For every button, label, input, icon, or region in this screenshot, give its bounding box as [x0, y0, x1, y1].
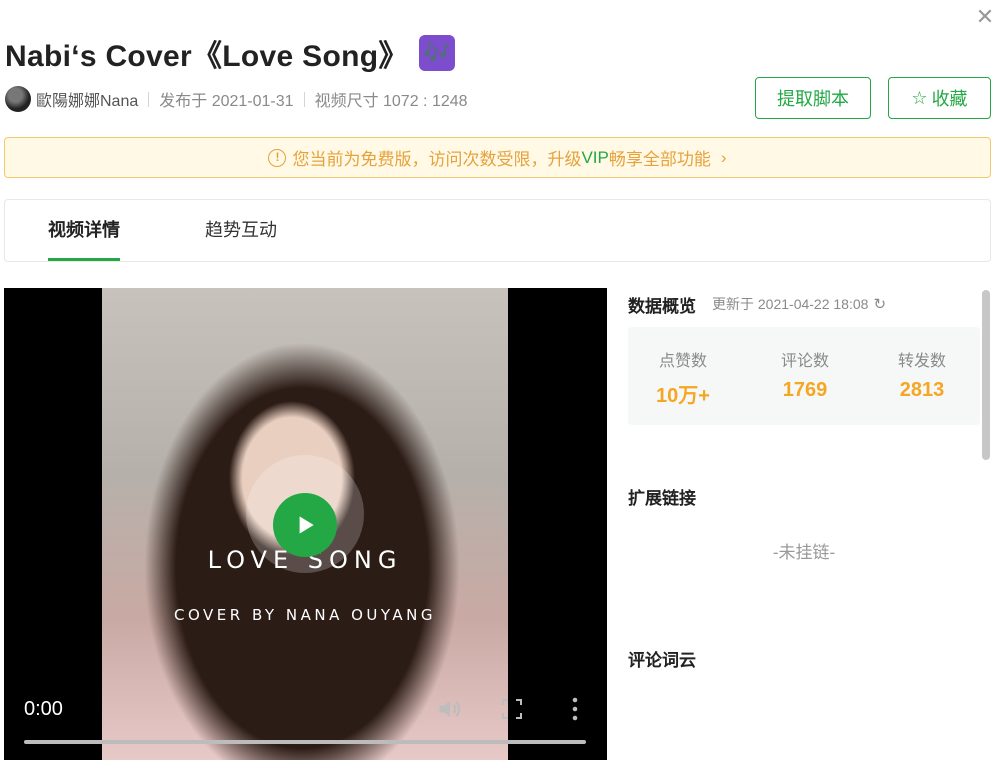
- stat-likes: 点赞数 10万+: [656, 347, 710, 408]
- links-title: 扩展链接: [628, 489, 696, 508]
- fullscreen-icon[interactable]: [501, 698, 523, 720]
- stat-value: 10万+: [656, 385, 710, 407]
- music-notes-icon: 🎶: [418, 35, 455, 71]
- title-row: Nabi‘s Cover《Love Song》 🎶: [5, 32, 455, 74]
- favorite-button[interactable]: ☆ 收藏: [888, 77, 991, 119]
- chevron-right-icon: ›: [720, 147, 727, 167]
- video-size: 视频尺寸 1072 : 1248: [314, 93, 468, 110]
- tab-bar: 视频详情 趋势互动: [4, 199, 991, 262]
- stat-shares: 转发数 2813: [898, 347, 946, 402]
- more-vertical-icon[interactable]: [570, 696, 580, 722]
- stat-value: 1769: [782, 379, 828, 401]
- publish-date: 发布于 2021-01-31: [159, 93, 294, 110]
- extract-script-label: 提取脚本: [777, 89, 849, 109]
- stat-comments: 评论数 1769: [781, 347, 829, 402]
- divider: [303, 91, 305, 107]
- stat-label: 转发数: [898, 353, 947, 370]
- progress-bar[interactable]: [24, 740, 586, 744]
- stat-label: 点赞数: [658, 353, 707, 370]
- current-time: 0:00: [24, 698, 63, 720]
- extract-script-button[interactable]: 提取脚本: [755, 77, 871, 119]
- video-meta: 歐陽娜娜Nana 发布于 2021-01-31 视频尺寸 1072 : 1248: [5, 85, 468, 113]
- play-button[interactable]: [273, 493, 337, 557]
- stat-value: 2813: [899, 379, 945, 401]
- overview-title: 数据概览: [628, 297, 696, 316]
- data-panel: 数据概览 更新于 2021-04-22 18:08 ↻ 点赞数 10万+ 评论数…: [628, 288, 980, 768]
- author-name[interactable]: 歐陽娜娜Nana: [36, 87, 138, 111]
- tab-video-details[interactable]: 视频详情: [48, 200, 120, 261]
- updated-text: 更新于 2021-04-22 18:08: [712, 296, 869, 312]
- upgrade-notice[interactable]: ! 您当前为免费版，访问次数受限，升级 VIP 畅享全部功能 ›: [4, 137, 991, 178]
- page-title: Nabi‘s Cover《Love Song》: [5, 40, 409, 73]
- updated-time: 更新于 2021-04-22 18:08 ↻: [712, 294, 886, 314]
- close-icon[interactable]: ✕: [974, 6, 996, 28]
- video-overlay-subtitle: COVER BY NANA OUYANG: [174, 606, 436, 624]
- divider: [148, 91, 150, 107]
- volume-icon[interactable]: [436, 695, 464, 723]
- notice-text-after: 畅享全部功能: [608, 150, 711, 169]
- warning-circle-icon: !: [268, 148, 287, 167]
- avatar[interactable]: [5, 86, 31, 112]
- scrollbar-thumb[interactable]: [982, 290, 990, 460]
- notice-text-before: 您当前为免费版，访问次数受限，升级: [292, 150, 582, 169]
- refresh-icon[interactable]: ↻: [873, 295, 886, 313]
- video-player[interactable]: LOVE SONG COVER BY NANA OUYANG 0:00: [4, 288, 607, 760]
- play-icon: [299, 516, 314, 534]
- stats-box: 点赞数 10万+ 评论数 1769 转发数 2813: [628, 327, 980, 425]
- star-outline-icon: ☆: [911, 87, 928, 108]
- stat-label: 评论数: [781, 353, 830, 370]
- links-empty: -未挂链-: [772, 543, 836, 562]
- tab-trend-interaction[interactable]: 趋势互动: [205, 200, 277, 261]
- favorite-label: 收藏: [931, 89, 968, 109]
- notice-vip: VIP: [581, 147, 609, 167]
- wordcloud-title: 评论词云: [628, 651, 696, 670]
